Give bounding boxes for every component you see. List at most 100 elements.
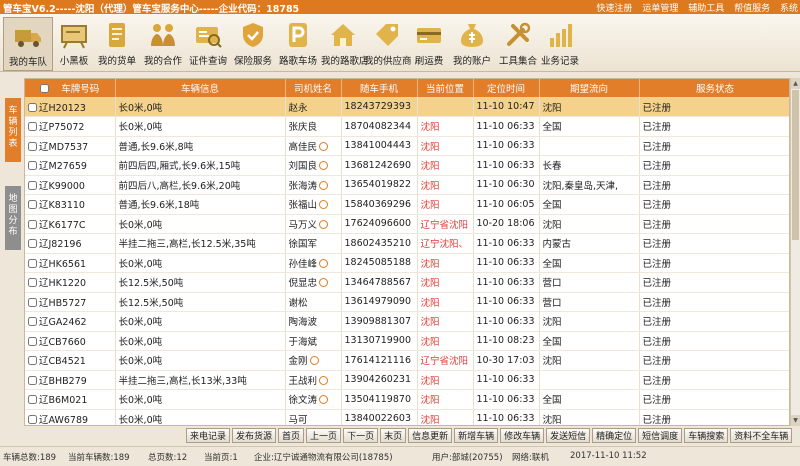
tool-my-account[interactable]: 我的账户 <box>450 17 494 71</box>
table-row[interactable]: 辽HK6561 长0米,0吨 孙佳峰 18245085188 沈阳 11-10 06:33… <box>25 253 789 273</box>
table-row[interactable]: 辽B6M021 长0米,0吨 徐文涛 13504119870 沈阳 11-10 06:33… <box>25 389 789 410</box>
status-current: 当前车辆数:189 <box>68 453 130 463</box>
row-checkbox[interactable] <box>28 102 37 112</box>
scroll-up-icon[interactable]: ▲ <box>791 78 800 89</box>
table-row[interactable]: 辽CB4521 长0米,0吨 金刚 17614121116 辽宁省沈阳 10-30 17:… <box>25 350 789 371</box>
edit-vehicle-button[interactable]: 修改车辆 <box>500 428 545 443</box>
table-row[interactable]: 辽MD7537 普通,长9.6米,8吨 高佳民 13841004443 沈阳 11-10 … <box>25 136 789 156</box>
menu-tools[interactable]: 辅助工具 <box>688 4 724 14</box>
last-page-button[interactable]: 末页 <box>380 428 407 443</box>
menu-waybill[interactable]: 运单管理 <box>642 4 678 14</box>
row-checkbox[interactable] <box>28 395 37 405</box>
tool-my-luge-store[interactable]: 我的路歌店 <box>321 17 369 71</box>
row-checkbox[interactable] <box>28 317 37 327</box>
cell-driver: 马可 <box>285 409 342 425</box>
incomplete-vehicles-button[interactable]: 资料不全车辆 <box>730 428 793 443</box>
tool-my-waybill[interactable]: 我的货单 <box>95 17 139 71</box>
incoming-call-records-button[interactable]: 来电记录 <box>186 428 231 443</box>
col-phone[interactable]: 随车手机 <box>341 79 418 97</box>
table-row[interactable]: 辽AW6789 长0米,0吨 马可 13840022603 沈阳 11-10 06:33 沈… <box>25 409 789 425</box>
row-checkbox[interactable] <box>28 258 37 268</box>
table-row[interactable]: 辽J82196 半挂二拖三,高栏,长12.5米,35吨 徐国军 18602435210… <box>25 233 789 254</box>
vehicle-search-button[interactable]: 车辆搜索 <box>684 428 729 443</box>
precise-locate-button[interactable]: 精确定位 <box>592 428 637 443</box>
table-row[interactable]: 辽H20123 长0米,0吨 赵永 18243729393 11-10 10:47 沈阳已… <box>25 97 789 117</box>
scroll-thumb[interactable] <box>792 90 799 240</box>
col-destination[interactable]: 期望流向 <box>539 79 640 97</box>
cell-vehicle-info: 前四后四,厢式,长9.6米,15吨 <box>115 155 286 176</box>
table-row[interactable]: 辽HB5727 长12.5米,50吨 谢松 13614979090 沈阳 11-10 06… <box>25 292 789 312</box>
tool-luge-yard[interactable]: 路歌车场 <box>276 17 320 71</box>
publish-cargo-button[interactable]: 发布货源 <box>232 428 277 443</box>
row-checkbox[interactable] <box>28 161 37 171</box>
tool-my-cooperation[interactable]: 我的合作 <box>141 17 185 71</box>
tool-business-records[interactable]: 业务记录 <box>540 17 580 71</box>
cell-driver: 徐国军 <box>285 233 342 254</box>
col-locate-time[interactable]: 定位时间 <box>473 79 540 97</box>
next-page-button[interactable]: 下一页 <box>343 428 379 443</box>
table-row[interactable]: 辽GA2462 长0米,0吨 陶海波 13909881307 沈阳 11-10 06:33… <box>25 311 789 332</box>
tool-freight-card[interactable]: 刷运费 <box>412 17 446 71</box>
row-checkbox[interactable] <box>28 180 37 190</box>
table-row[interactable]: 辽M27659 前四后四,厢式,长9.6米,15吨 刘国良 13681242690 沈阳… <box>25 155 789 176</box>
row-checkbox[interactable] <box>28 219 37 229</box>
cell-plate: 辽HK6561 <box>25 253 116 273</box>
table-row[interactable]: 辽P75072 长0米,0吨 张庆良 18704082344 沈阳 11-10 06:33… <box>25 116 789 137</box>
cell-driver: 张海涛 <box>285 175 342 195</box>
vertical-scrollbar[interactable]: ▲ ▼ <box>790 78 800 426</box>
row-checkbox[interactable] <box>28 356 37 366</box>
tool-blackboard[interactable]: 小黑板 <box>56 17 92 71</box>
row-checkbox[interactable] <box>28 336 37 346</box>
tools-icon <box>507 22 531 46</box>
row-checkbox[interactable] <box>28 239 37 249</box>
col-driver[interactable]: 司机姓名 <box>285 79 342 97</box>
add-vehicle-button[interactable]: 新增车辆 <box>454 428 499 443</box>
select-all-checkbox[interactable] <box>40 84 50 93</box>
cell-status: 已注册 <box>639 253 789 273</box>
cell-destination <box>539 136 640 156</box>
row-checkbox[interactable] <box>28 297 37 307</box>
table-row[interactable]: 辽K6177C 长0米,0吨 马万义 17624096600 辽宁省沈阳 10-20 18… <box>25 214 789 234</box>
row-checkbox[interactable] <box>28 278 37 288</box>
update-info-button[interactable]: 信息更新 <box>408 428 453 443</box>
tool-insurance[interactable]: 保险服务 <box>231 17 275 71</box>
col-plate[interactable]: 车牌号码 <box>25 79 116 97</box>
cell-location: 辽宁沈阳、 <box>417 233 474 254</box>
col-vehicle-info[interactable]: 车辆信息 <box>115 79 286 97</box>
tool-my-fleet[interactable]: 我的车队 <box>3 17 53 71</box>
table-row[interactable]: 辽K99000 前四后八,高栏,长9.6米,20吨 张海涛 13654019822 沈阳… <box>25 175 789 195</box>
tool-cert-query[interactable]: 证件查询 <box>186 17 230 71</box>
first-page-button[interactable]: 首页 <box>278 428 305 443</box>
cell-phone: 13464788567 <box>341 272 418 293</box>
plate-text: 辽HB5727 <box>39 297 87 309</box>
tool-toolset[interactable]: 工具集合 <box>496 17 540 71</box>
row-checkbox[interactable] <box>28 122 37 132</box>
cell-plate: 辽M27659 <box>25 155 116 176</box>
table-row[interactable]: 辽HK1220 长12.5米,50吨 倪显忠 13464788567 沈阳 11-10 0… <box>25 272 789 293</box>
table-row[interactable]: 辽CB7660 长0米,0吨 于海斌 13130719900 沈阳 11-10 08:23… <box>25 331 789 351</box>
menu-service[interactable]: 帮值服务 <box>734 4 770 14</box>
menu-quick-register[interactable]: 快速注册 <box>596 4 632 14</box>
tool-label: 我的路歌店 <box>321 56 369 67</box>
tab-vehicle-list[interactable]: 车辆列表 <box>5 98 21 162</box>
row-checkbox[interactable] <box>28 200 37 210</box>
col-status[interactable]: 服务状态 <box>639 79 789 97</box>
table-row[interactable]: 辽BHB279 半挂二拖三,高栏,长13米,33吨 王战利 13904260231 沈阳… <box>25 370 789 390</box>
cell-driver: 张庆良 <box>285 116 342 137</box>
tab-map-distribution[interactable]: 地图分布 <box>5 186 21 250</box>
plate-text: 辽J82196 <box>39 239 82 251</box>
row-checkbox[interactable] <box>28 414 37 424</box>
table-row[interactable]: 辽K83110 普通,长9.6米,18吨 张福山 15840369296 沈阳 11-10… <box>25 194 789 215</box>
send-sms-button[interactable]: 发送短信 <box>546 428 591 443</box>
menu-system[interactable]: 系统 <box>780 4 798 14</box>
col-location[interactable]: 当前位置 <box>417 79 474 97</box>
cell-vehicle-info: 长0米,0吨 <box>115 116 286 137</box>
scroll-down-icon[interactable]: ▼ <box>791 415 800 426</box>
sms-dispatch-button[interactable]: 短信调度 <box>638 428 683 443</box>
tool-my-supplier[interactable]: 我的供应商 <box>364 17 412 71</box>
cell-driver: 赵永 <box>285 97 342 117</box>
row-checkbox[interactable] <box>28 375 37 385</box>
row-checkbox[interactable] <box>28 141 37 151</box>
prev-page-button[interactable]: 上一页 <box>306 428 342 443</box>
cell-location: 沈阳 <box>417 194 474 215</box>
